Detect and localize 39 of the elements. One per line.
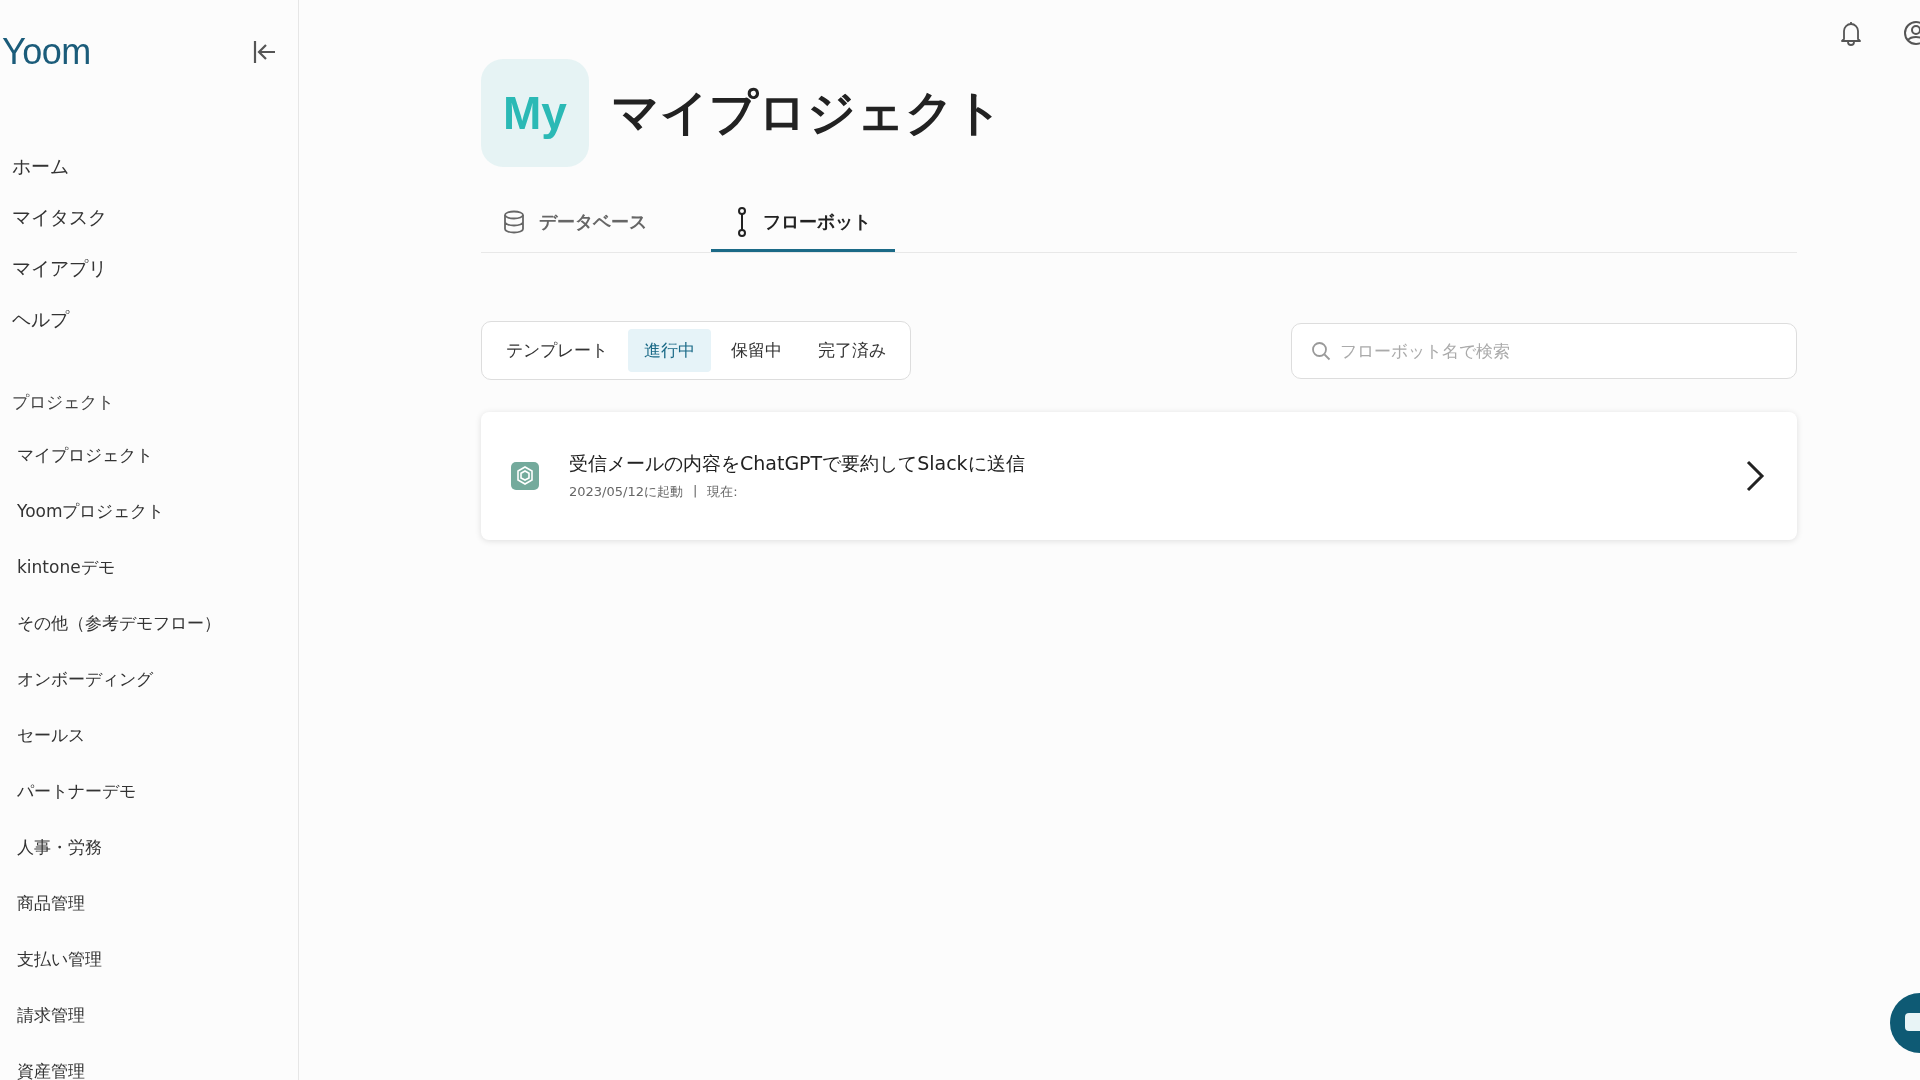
nav-item[interactable]: マイアプリ	[12, 256, 298, 280]
search-icon	[1311, 340, 1331, 361]
project-item[interactable]: 人事・労務	[17, 836, 298, 858]
chat-ai-app-icon	[511, 462, 539, 490]
tab[interactable]: フローボット	[711, 197, 895, 252]
chevron-right-icon[interactable]	[1745, 459, 1765, 493]
filter-tab[interactable]: テンプレート	[490, 329, 624, 372]
project-item[interactable]: パートナーデモ	[17, 780, 298, 802]
project-item[interactable]: マイプロジェクト	[17, 444, 298, 466]
filter-tab[interactable]: 完了済み	[802, 329, 902, 372]
filter-tab[interactable]: 保留中	[715, 329, 798, 372]
search-field[interactable]: フローボット名で検索	[1291, 322, 1797, 379]
project-avatar: My	[481, 59, 589, 167]
collapse-sidebar-icon[interactable]	[252, 39, 278, 65]
notification-bell-icon[interactable]	[1839, 20, 1863, 46]
logo[interactable]: Yoom	[2, 31, 91, 73]
project-item[interactable]: 資産管理	[17, 1060, 298, 1080]
filter-tab[interactable]: 進行中	[628, 329, 711, 372]
nav-item[interactable]: ホーム	[12, 154, 298, 178]
project-item[interactable]: Yoomプロジェクト	[17, 500, 298, 522]
nav-item[interactable]: マイタスク	[12, 205, 298, 229]
page-title: マイプロジェクト	[611, 83, 1003, 142]
section-heading: プロジェクト	[11, 391, 115, 414]
current-label: 現在:	[707, 483, 738, 501]
database-icon	[503, 210, 525, 234]
nav-item[interactable]: ヘルプ	[12, 307, 298, 331]
flow-icon	[735, 207, 749, 237]
flowbot-card[interactable]: 受信メールの内容をChatGPTで要約してSlackに送信 2023/05/12に起動 | 現在:	[481, 412, 1797, 540]
project-item[interactable]: 商品管理	[17, 892, 298, 914]
project-item[interactable]: その他（参考デモフロー）	[17, 612, 298, 634]
project-item[interactable]: kintoneデモ	[17, 556, 298, 578]
separator: |	[692, 483, 698, 500]
start-date: 2023/05/12に起動	[569, 483, 683, 501]
project-item[interactable]: 支払い管理	[17, 948, 298, 970]
project-item[interactable]: オンボーディング	[17, 668, 298, 690]
tab[interactable]: データベース	[503, 197, 671, 252]
project-item[interactable]: 請求管理	[17, 1004, 298, 1026]
flowbot-title: 受信メールの内容をChatGPTで要約してSlackに送信	[569, 451, 1026, 476]
project-item[interactable]: セールス	[17, 724, 298, 746]
